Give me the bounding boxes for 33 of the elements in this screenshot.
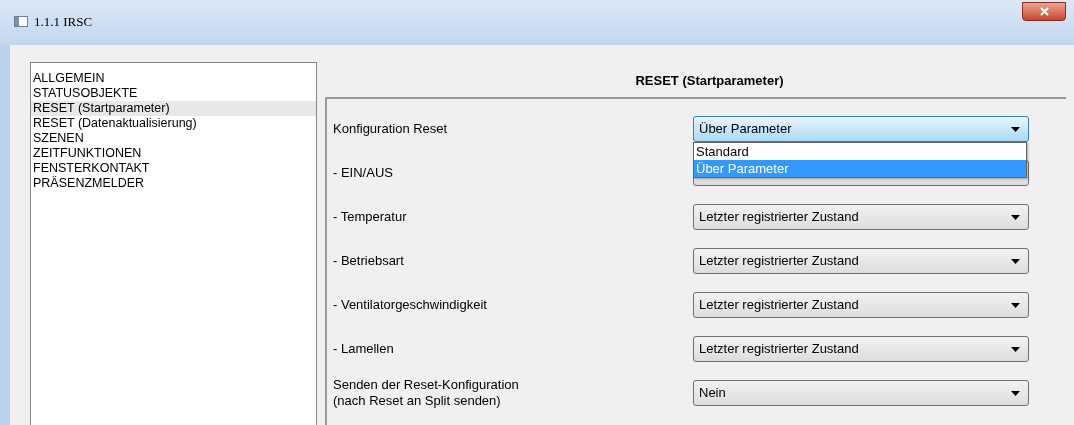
sidebar-item[interactable]: ZEITFUNKTIONEN bbox=[31, 146, 316, 161]
dropdown[interactable]: Letzter registrierter Zustand bbox=[693, 292, 1029, 318]
parameter-label: - EIN/AUS bbox=[333, 165, 394, 181]
close-icon bbox=[1039, 7, 1049, 16]
caret-icon bbox=[1011, 258, 1020, 264]
close-button[interactable] bbox=[1022, 2, 1066, 21]
caret-icon bbox=[1011, 346, 1020, 352]
dropdown[interactable]: Letzter registrierter Zustand bbox=[693, 336, 1029, 362]
dropdown[interactable]: Über Parameter bbox=[693, 116, 1029, 142]
caret-icon bbox=[1011, 390, 1020, 396]
sidebar-item[interactable]: SZENEN bbox=[31, 131, 316, 146]
caret-icon bbox=[1011, 302, 1020, 308]
sidebar-item[interactable]: STATUSOBJEKTE bbox=[31, 86, 316, 101]
parameter-label: Senden der Reset-Konfiguration (nach Reset an Split senden) bbox=[333, 377, 520, 409]
dropdown-option[interactable]: Standard bbox=[694, 143, 1026, 160]
sidebar-item[interactable]: RESET (Datenaktualisierung) bbox=[31, 116, 316, 131]
dropdown[interactable]: Letzter registrierter Zustand bbox=[693, 204, 1029, 230]
window-title: 1.1.1 IRSC bbox=[34, 13, 93, 31]
sidebar-item[interactable]: FENSTERKONTAKT bbox=[31, 161, 316, 176]
sidebar-item[interactable]: PRÄSENZMELDER bbox=[31, 176, 316, 191]
sidebar-item[interactable]: ALLGEMEIN bbox=[31, 71, 316, 86]
window-icon bbox=[14, 16, 28, 28]
parameter-label: Konfiguration Reset bbox=[333, 121, 449, 137]
parameter-label: - Temperatur bbox=[333, 209, 408, 225]
caret-icon bbox=[1011, 214, 1020, 220]
sidebar-item[interactable]: RESET (Startparameter) bbox=[31, 101, 316, 116]
parameter-label: - Lamellen bbox=[333, 341, 395, 357]
dropdown[interactable]: Nein bbox=[693, 380, 1029, 406]
caret-icon bbox=[1011, 126, 1020, 132]
panel-title: RESET (Startparameter) bbox=[634, 72, 785, 90]
parameter-label: - Ventilatorgeschwindigkeit bbox=[333, 297, 488, 313]
parameter-label: - Betriebsart bbox=[333, 253, 405, 269]
dropdown[interactable]: Letzter registrierter Zustand bbox=[693, 248, 1029, 274]
